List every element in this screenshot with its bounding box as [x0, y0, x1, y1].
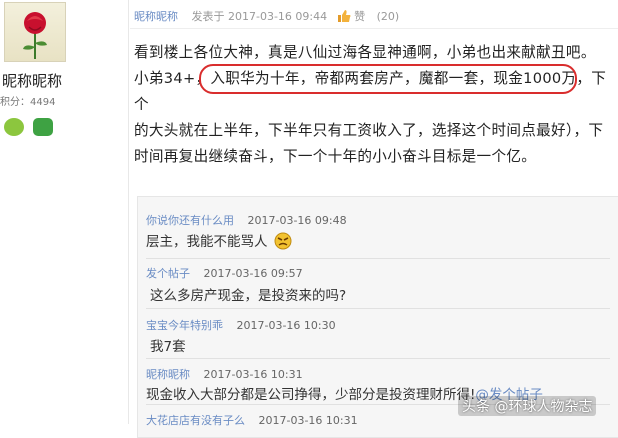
reply-time: 2017-03-16 10:31 [258, 414, 358, 427]
like-count: (20) [376, 10, 400, 23]
reply-meta: 发个帖子 2017-03-16 09:57 [146, 265, 303, 281]
reply-divider [146, 308, 610, 309]
post-line: 看到楼上各位大神，真是八仙过海各显神通啊，小弟也出来献献丑吧。 [134, 44, 596, 61]
column-divider [128, 0, 129, 424]
reply-author[interactable]: 发个帖子 [146, 267, 190, 280]
post-body: 看到楼上各位大神，真是八仙过海各显神通啊，小弟也出来献献丑吧。 小弟34+，入职… [134, 40, 618, 170]
reply-divider [146, 258, 610, 259]
user-points: 积分：4494 [0, 97, 56, 108]
rose-icon [23, 12, 47, 59]
post-line: 时间再复出继续奋斗，下一个十年的小小奋斗目标是一个亿。 [134, 148, 537, 165]
reply-meta: 你说你还有什么用 2017-03-16 09:48 [146, 212, 347, 228]
reply-time: 2017-03-16 09:57 [203, 267, 303, 280]
post-author[interactable]: 昵称昵称 [134, 10, 178, 23]
reply-divider [146, 358, 610, 359]
thumbs-up-icon [337, 10, 351, 22]
reply-text: 我7套 [150, 339, 186, 355]
medal-badge-icon [4, 118, 24, 136]
avatar[interactable] [4, 2, 66, 62]
posted-prefix: 发表于 [191, 10, 225, 23]
post-header: 昵称昵称 发表于 2017-03-16 09:44 赞 (20) [134, 8, 399, 24]
watermark: 头条 @环球人物杂志 [458, 396, 597, 416]
reply-meta: 大花店店有没有子么 2017-03-16 10:31 [146, 412, 358, 428]
like-button[interactable]: 赞 [337, 10, 369, 23]
like-label: 赞 [354, 10, 366, 23]
reply-time: 2017-03-16 10:31 [203, 368, 303, 381]
reply-author[interactable]: 你说你还有什么用 [146, 214, 234, 227]
angry-emoji-icon [274, 232, 292, 250]
reply-author[interactable]: 大花店店有没有子么 [146, 414, 245, 427]
chat-badge-icon [33, 118, 53, 136]
header-divider [130, 28, 618, 29]
reply-meta: 昵称昵称 2017-03-16 10:31 [146, 366, 303, 382]
reply-time: 2017-03-16 10:30 [236, 319, 336, 332]
reply-author[interactable]: 宝宝今年特别乖 [146, 319, 223, 332]
user-name[interactable]: 昵称昵称 [2, 70, 62, 91]
post-date: 2017-03-16 09:44 [228, 10, 328, 23]
highlight-circle [199, 64, 577, 94]
reply-time: 2017-03-16 09:48 [247, 214, 347, 227]
reply-text: 这么多房产现金，是投资来的吗? [150, 288, 347, 304]
reply-text: 层主，我能不能骂人 [146, 230, 292, 250]
reply-author[interactable]: 昵称昵称 [146, 368, 190, 381]
post-line: 的大头就在上半年，下半年只有工资收入了，选择这个时间点最好），下 [134, 122, 604, 139]
reply-meta: 宝宝今年特别乖 2017-03-16 10:30 [146, 317, 336, 333]
